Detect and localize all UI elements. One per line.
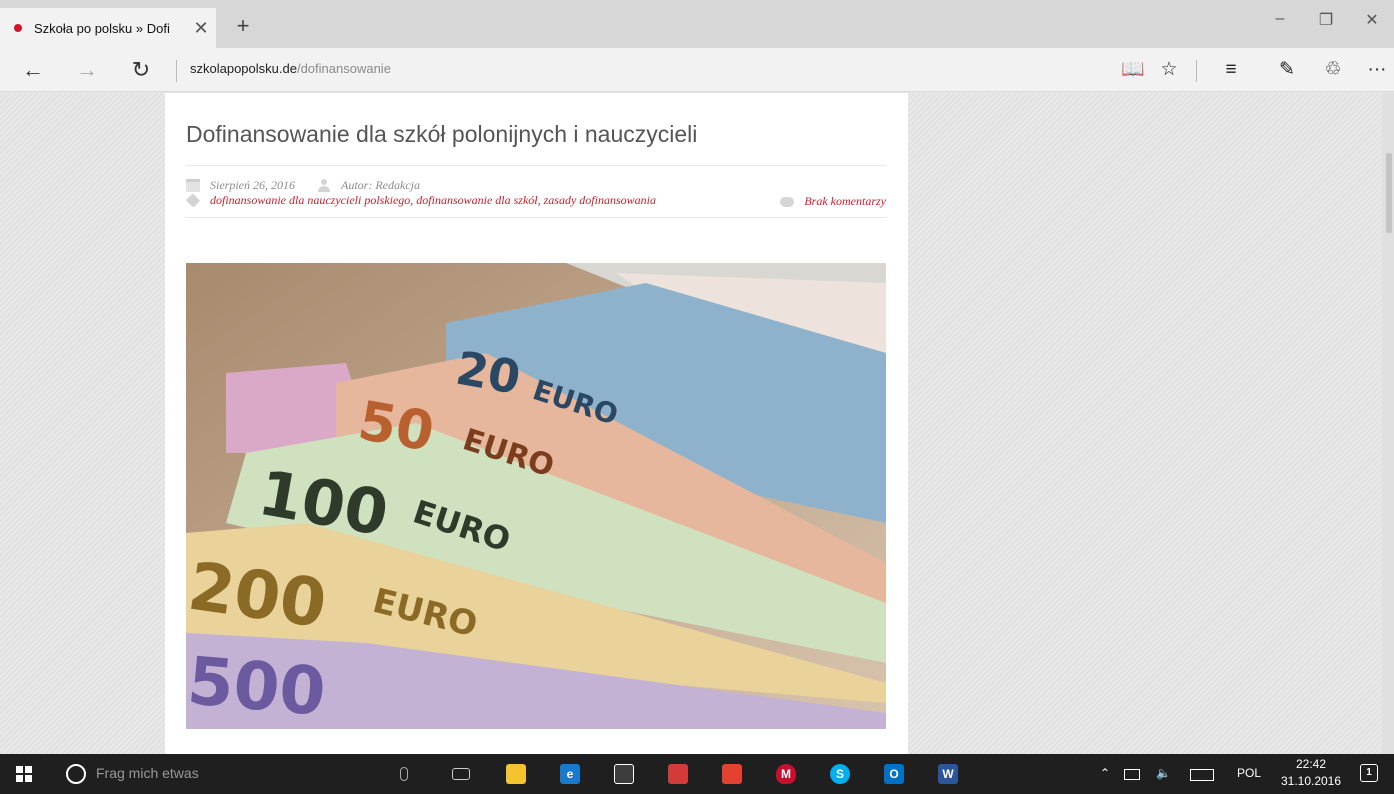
word-icon[interactable]: W xyxy=(938,764,958,784)
favorites-star-icon[interactable]: ☆ xyxy=(1152,56,1186,84)
browser-tab[interactable]: Szkoła po polsku » Dofi ✕ xyxy=(0,8,216,48)
reader-app-icon[interactable] xyxy=(668,764,688,784)
volume-icon[interactable]: 🔈 xyxy=(1156,766,1171,780)
divider xyxy=(186,165,886,166)
clock-date: 31.10.2016 xyxy=(1280,774,1342,788)
calendar-icon xyxy=(186,179,200,192)
task-view-icon[interactable] xyxy=(452,768,470,780)
windows-start-icon[interactable] xyxy=(16,766,32,782)
back-button[interactable]: ← xyxy=(16,56,50,84)
url-path: /dofinansowanie xyxy=(296,61,391,76)
store-icon[interactable] xyxy=(614,764,634,784)
reading-view-icon[interactable]: 📖 xyxy=(1116,56,1150,84)
microphone-icon[interactable] xyxy=(400,767,408,781)
tab-strip: Szkoła po polsku » Dofi ✕ + – ❐ ✕ xyxy=(0,0,1394,48)
cortana-search-box[interactable]: Frag mich etwas xyxy=(96,765,199,781)
tab-close-icon[interactable]: ✕ xyxy=(186,18,216,39)
edge-browser-icon[interactable]: e xyxy=(560,764,580,784)
minimize-button[interactable]: – xyxy=(1260,10,1300,28)
network-icon[interactable] xyxy=(1124,769,1140,780)
web-page: Dofinansowanie dla szkół polonijnych i n… xyxy=(0,93,1394,754)
tab-title: Szkoła po polsku » Dofi xyxy=(34,20,170,36)
post-title[interactable]: Dofinansowanie dla szkół polonijnych i n… xyxy=(186,121,697,148)
pdf-app-icon[interactable] xyxy=(722,764,742,784)
divider xyxy=(186,217,886,218)
restore-button[interactable]: ❐ xyxy=(1306,10,1346,30)
divider xyxy=(1196,60,1197,82)
new-tab-button[interactable]: + xyxy=(228,13,258,39)
site-favicon-icon xyxy=(14,24,22,32)
article-container: Dofinansowanie dla szkół polonijnych i n… xyxy=(165,93,908,754)
mcafee-icon[interactable]: M xyxy=(776,764,796,784)
clock-time: 22:42 xyxy=(1295,757,1327,771)
hub-icon[interactable]: ≡ xyxy=(1214,56,1248,84)
share-icon[interactable]: ♲ xyxy=(1316,56,1350,84)
comments-link[interactable]: Brak komentarzy xyxy=(780,194,886,209)
web-note-icon[interactable]: ✎ xyxy=(1270,56,1304,84)
notification-count: 1 xyxy=(1366,767,1372,778)
page-scrollbar[interactable] xyxy=(1382,93,1394,754)
touch-keyboard-icon[interactable] xyxy=(1190,769,1214,781)
post-tags: dofinansowanie dla nauczycieli polskiego… xyxy=(185,193,656,208)
forward-button[interactable]: → xyxy=(70,56,104,84)
user-icon xyxy=(317,179,331,192)
more-options-icon[interactable]: ··· xyxy=(1360,56,1394,84)
banknote-50-value: 50 xyxy=(354,389,439,464)
windows-taskbar: Frag mich etwas e M S O W ⌃ 🔈 POL 22:42 … xyxy=(0,754,1394,794)
url-domain: szkolapopolsku.de xyxy=(190,61,297,76)
action-center-icon[interactable]: 1 xyxy=(1360,764,1378,782)
comments-count[interactable]: Brak komentarzy xyxy=(804,194,886,209)
banknote-20-value: 20 xyxy=(452,341,524,405)
tag-icon xyxy=(185,193,201,208)
post-meta: Sierpień 26, 2016 Autor: Redakcja xyxy=(186,178,420,193)
address-bar[interactable]: szkolapopolsku.de/dofinansowanie xyxy=(190,61,391,76)
comment-bubble-icon xyxy=(780,196,795,207)
banknote-500-value: 500 xyxy=(186,642,329,729)
show-hidden-icons-icon[interactable]: ⌃ xyxy=(1100,766,1110,780)
divider xyxy=(176,60,177,82)
post-tags-links[interactable]: dofinansowanie dla nauczycieli polskiego… xyxy=(210,193,656,208)
outlook-icon[interactable]: O xyxy=(884,764,904,784)
close-window-button[interactable]: ✕ xyxy=(1352,10,1392,30)
file-explorer-icon[interactable] xyxy=(506,764,526,784)
post-author: Autor: Redakcja xyxy=(341,178,420,192)
navigation-bar: ← → ↻ szkolapopolsku.de/dofinansowanie 📖… xyxy=(0,48,1394,92)
clock[interactable]: 22:42 31.10.2016 xyxy=(1272,756,1350,790)
article-image: 20 EURO 50 EURO 100 EURO 200 EURO 500 xyxy=(186,263,886,729)
input-language[interactable]: POL xyxy=(1237,766,1261,780)
skype-icon[interactable]: S xyxy=(830,764,850,784)
scrollbar-thumb[interactable] xyxy=(1386,153,1392,233)
post-date: Sierpień 26, 2016 xyxy=(210,178,295,192)
cortana-icon[interactable] xyxy=(66,764,86,784)
refresh-button[interactable]: ↻ xyxy=(124,56,158,84)
euro-banknotes-photo: 20 EURO 50 EURO 100 EURO 200 EURO 500 xyxy=(186,263,886,729)
